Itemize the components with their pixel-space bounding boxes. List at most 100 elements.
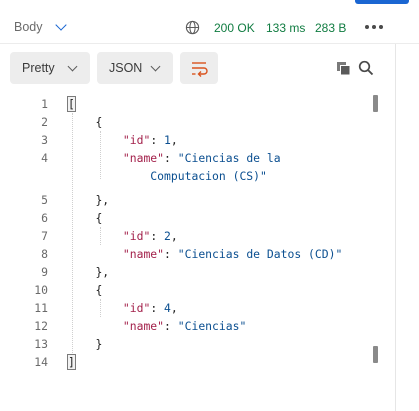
code-text: } bbox=[68, 335, 102, 353]
code-line: 12 "name": "Ciencias" bbox=[0, 317, 419, 335]
code-text: "id": 1, bbox=[68, 131, 178, 149]
more-options-icon[interactable] bbox=[365, 20, 383, 34]
json-bracket: } bbox=[95, 337, 103, 351]
json-value: 4 bbox=[164, 301, 171, 315]
code-text: }, bbox=[68, 263, 109, 281]
status-code[interactable]: 200 OK bbox=[214, 21, 255, 35]
json-value: "Ciencias de Datos (CD)" bbox=[177, 247, 343, 261]
chevron-down-icon bbox=[67, 61, 78, 71]
line-number: 12 bbox=[34, 319, 48, 333]
wrap-lines-icon bbox=[192, 62, 208, 77]
json-key: "name" bbox=[122, 247, 165, 261]
line-number: 10 bbox=[34, 283, 48, 297]
json-bracket: { bbox=[95, 283, 103, 297]
code-text: "name": "Ciencias" bbox=[68, 317, 246, 335]
scrollbar-marker-top[interactable] bbox=[373, 95, 378, 112]
json-separator: : bbox=[164, 151, 178, 165]
indent-guide bbox=[72, 113, 73, 353]
wrap-lines-button[interactable] bbox=[180, 52, 218, 84]
code-text: Computacion (CS)" bbox=[68, 167, 267, 185]
code-line: 3 "id": 1, bbox=[0, 131, 419, 149]
code-line: 11 "id": 4, bbox=[0, 299, 419, 317]
code-line: 6 { bbox=[0, 209, 419, 227]
globe-icon[interactable] bbox=[185, 20, 200, 35]
scrollbar-marker-bottom[interactable] bbox=[373, 346, 378, 363]
save-response-button[interactable] bbox=[355, 0, 409, 4]
json-key: "name" bbox=[122, 319, 165, 333]
json-value: "Ciencias" bbox=[177, 319, 247, 333]
json-key: "id" bbox=[122, 229, 151, 243]
line-number: 14 bbox=[34, 355, 48, 369]
format-dropdown-label: Pretty bbox=[22, 61, 55, 75]
line-number: 2 bbox=[41, 115, 48, 129]
code-line: 2 { bbox=[0, 113, 419, 131]
json-value: Computacion (CS)" bbox=[150, 169, 267, 183]
json-punctuation: , bbox=[170, 229, 178, 243]
code-text: { bbox=[68, 209, 102, 227]
code-text: "name": "Ciencias de Datos (CD)" bbox=[68, 245, 342, 263]
response-time[interactable]: 133 ms bbox=[266, 21, 305, 35]
json-bracket: [ bbox=[67, 96, 76, 112]
json-key: "id" bbox=[122, 133, 151, 147]
line-number: 3 bbox=[41, 133, 48, 147]
json-separator: : bbox=[164, 247, 178, 261]
json-value: "Ciencias de la bbox=[177, 151, 281, 165]
copy-icon[interactable] bbox=[336, 61, 351, 76]
response-size[interactable]: 283 B bbox=[315, 21, 346, 35]
json-punctuation: , bbox=[170, 301, 178, 315]
code-text: { bbox=[68, 113, 102, 131]
code-text: "id": 2, bbox=[68, 227, 178, 245]
code-line: 9 }, bbox=[0, 263, 419, 281]
line-number: 6 bbox=[41, 211, 48, 225]
line-number: 13 bbox=[34, 337, 48, 351]
line-number: 11 bbox=[34, 301, 48, 315]
json-key: "name" bbox=[122, 151, 165, 165]
code-line: 4 "name": "Ciencias de la bbox=[0, 149, 419, 167]
language-dropdown-label: JSON bbox=[109, 61, 143, 75]
code-line: 13 } bbox=[0, 335, 419, 353]
json-bracket: { bbox=[95, 115, 103, 129]
search-icon[interactable] bbox=[358, 60, 374, 76]
code-text: }, bbox=[68, 191, 109, 209]
chevron-down-icon bbox=[54, 19, 67, 31]
json-separator: : bbox=[164, 319, 178, 333]
code-line: 10 { bbox=[0, 281, 419, 299]
code-text: [ bbox=[67, 95, 76, 113]
code-line: 7 "id": 2, bbox=[0, 227, 419, 245]
json-punctuation: , bbox=[170, 133, 178, 147]
json-key: "id" bbox=[122, 301, 151, 315]
line-number: 9 bbox=[41, 265, 48, 279]
response-body-editor[interactable]: 1[2 {3 "id": 1, 4 "name": "Ciencias de la… bbox=[0, 86, 419, 411]
line-number: 1 bbox=[41, 97, 48, 111]
json-bracket: { bbox=[95, 211, 103, 225]
json-separator: : bbox=[150, 133, 165, 147]
json-separator: : bbox=[150, 229, 165, 243]
code-line: 8 "name": "Ciencias de Datos (CD)" bbox=[0, 245, 419, 263]
indent-guide bbox=[100, 299, 101, 317]
code-line: 14] bbox=[0, 353, 419, 371]
code-line: Computacion (CS)" bbox=[0, 167, 419, 185]
json-bracket: }, bbox=[95, 193, 110, 207]
chevron-down-icon bbox=[150, 61, 161, 71]
body-tab-label: Body bbox=[14, 20, 43, 34]
json-separator: : bbox=[150, 301, 165, 315]
json-bracket: }, bbox=[95, 265, 110, 279]
body-tab[interactable]: Body bbox=[14, 19, 67, 34]
code-text: { bbox=[68, 281, 102, 299]
line-number: 8 bbox=[41, 247, 48, 261]
code-line: 1[ bbox=[0, 95, 419, 113]
indent-guide bbox=[100, 227, 101, 245]
code-text: "id": 4, bbox=[68, 299, 178, 317]
response-toolbar: Body 200 OK 133 ms 283 B bbox=[0, 0, 419, 44]
language-dropdown[interactable]: JSON bbox=[97, 52, 173, 84]
line-number: 7 bbox=[41, 229, 48, 243]
format-dropdown[interactable]: Pretty bbox=[10, 52, 90, 84]
json-value: 2 bbox=[164, 229, 171, 243]
json-bracket: ] bbox=[67, 354, 76, 370]
indent-guide bbox=[100, 131, 101, 179]
json-value: 1 bbox=[164, 133, 171, 147]
line-number: 5 bbox=[41, 193, 48, 207]
code-line: 5 }, bbox=[0, 191, 419, 209]
line-number: 4 bbox=[41, 151, 48, 165]
code-text: ] bbox=[67, 353, 76, 371]
